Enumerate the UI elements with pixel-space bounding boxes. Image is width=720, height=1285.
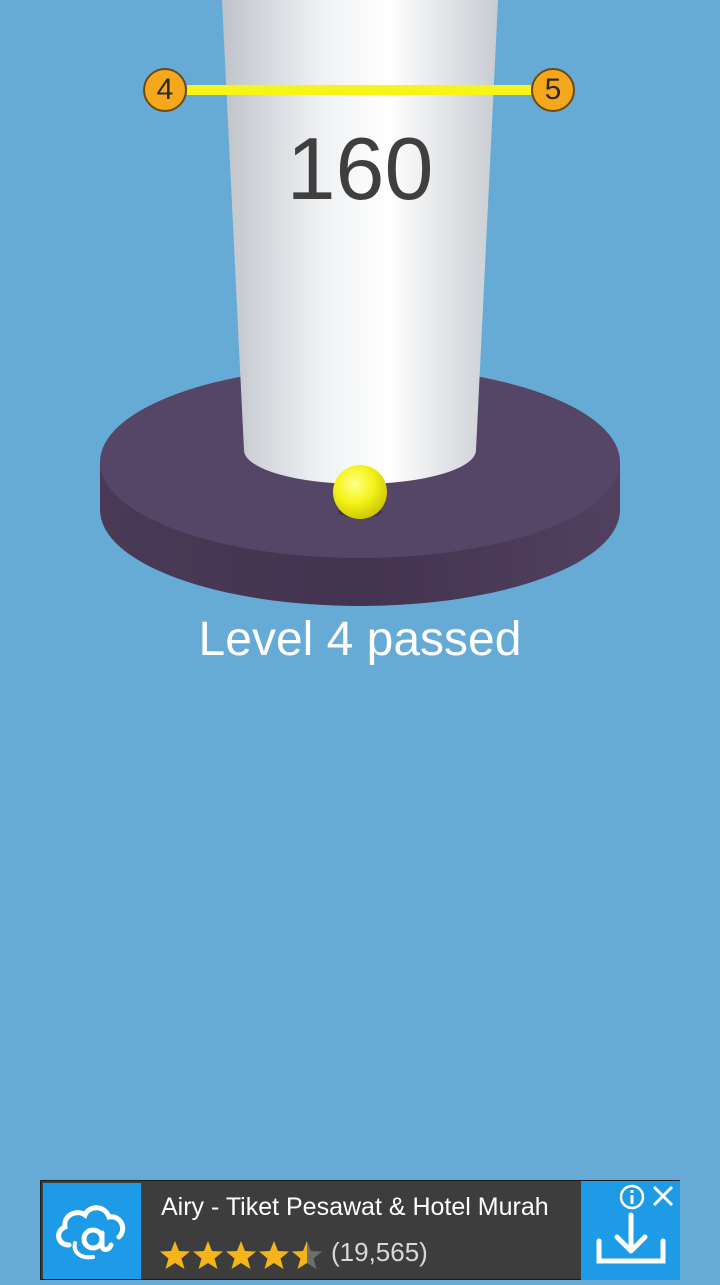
info-icon — [619, 1184, 645, 1210]
next-level-badge: 5 — [531, 68, 575, 112]
airy-logo-icon[interactable] — [43, 1183, 141, 1279]
score-display: 160 — [286, 119, 434, 218]
download-icon — [596, 1212, 666, 1264]
star-icon — [193, 1241, 223, 1269]
star-icon — [259, 1241, 289, 1269]
ball — [333, 465, 387, 519]
star-icon — [292, 1241, 322, 1269]
star-icon — [160, 1241, 190, 1269]
level-progress-bar — [187, 85, 531, 95]
ad-banner[interactable]: Airy - Tiket Pesawat & Hotel Murah (19,5… — [40, 1180, 680, 1280]
ad-install-area[interactable] — [581, 1181, 680, 1280]
close-icon — [652, 1185, 674, 1207]
ad-title[interactable]: Airy - Tiket Pesawat & Hotel Murah — [161, 1193, 549, 1222]
ad-rating-stars — [159, 1235, 329, 1275]
ad-rating-count: (19,565) — [331, 1237, 428, 1267]
tower — [222, 0, 498, 484]
level-progress-fill — [187, 85, 531, 95]
current-level-badge: 4 — [143, 68, 187, 112]
level-passed-message: Level 4 passed — [198, 613, 522, 666]
star-icon — [226, 1241, 256, 1269]
